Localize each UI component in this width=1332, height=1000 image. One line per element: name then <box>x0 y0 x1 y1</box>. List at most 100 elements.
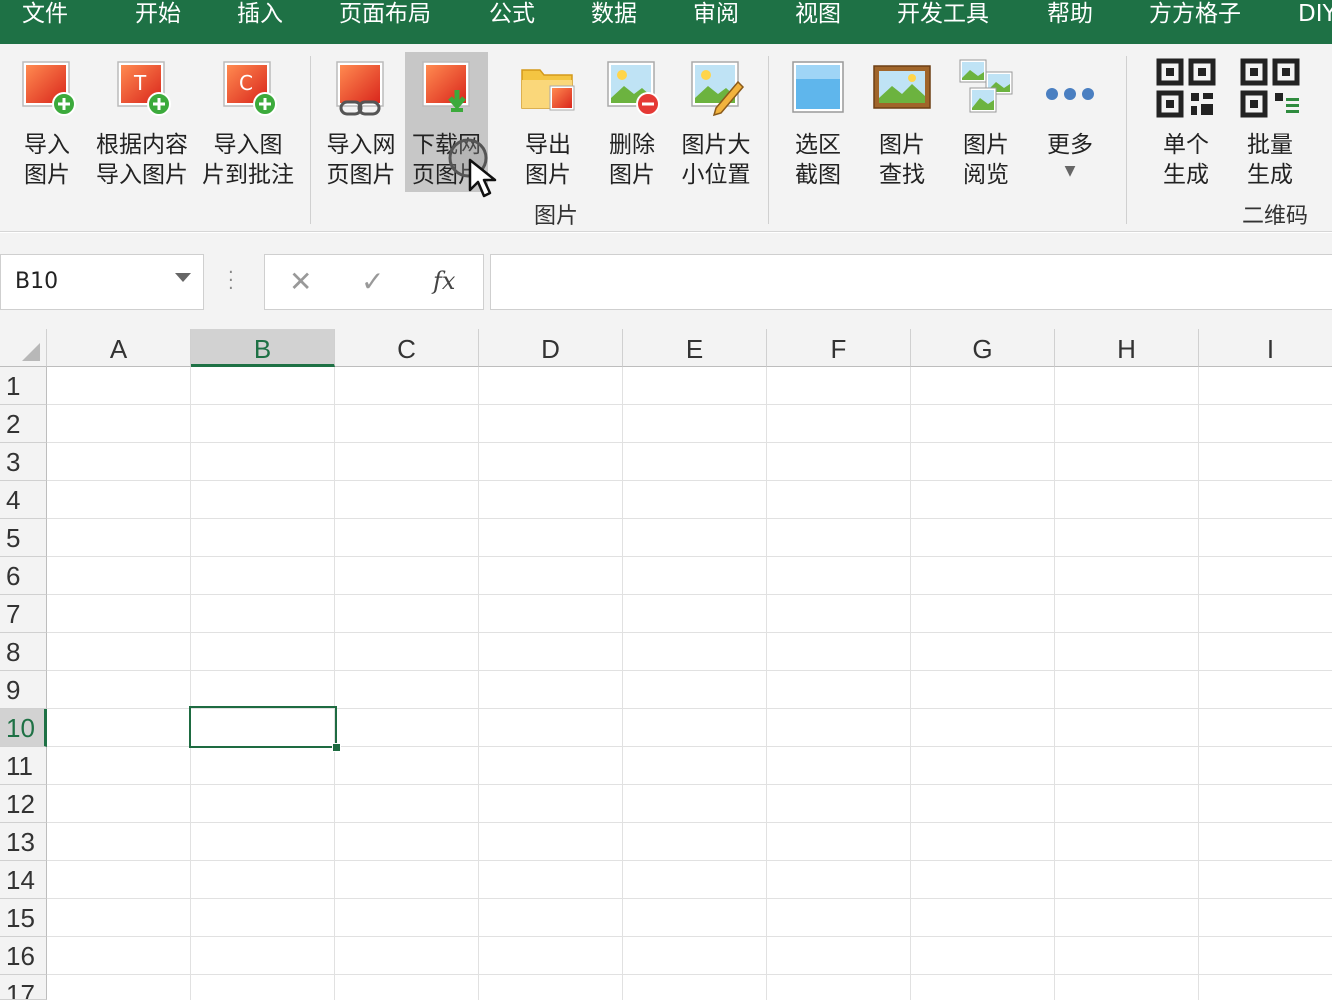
import-image-label-1: 导入 <box>24 132 70 158</box>
export-image-button[interactable]: 导出 图片 <box>510 52 586 192</box>
delete-image-button[interactable]: 删除 图片 <box>594 52 670 192</box>
column-header-h[interactable]: H <box>1055 329 1199 367</box>
row-header[interactable]: 8 <box>0 633 47 671</box>
active-cell-b10[interactable] <box>189 706 341 752</box>
check-icon[interactable]: ✓ <box>361 265 384 298</box>
menu-formulas[interactable]: 公式 <box>489 0 535 30</box>
column-header-c[interactable]: C <box>335 329 479 367</box>
image-size-label-1: 图片大 <box>681 132 751 158</box>
import-web-image-button[interactable]: 导入网 页图片 <box>322 52 400 192</box>
name-box[interactable]: B10 <box>0 254 204 310</box>
menu-review[interactable]: 审阅 <box>693 0 739 30</box>
menu-data[interactable]: 数据 <box>591 0 637 30</box>
image-size-position-button[interactable]: 图片大 小位置 <box>676 52 756 192</box>
row-header[interactable]: 13 <box>0 823 47 861</box>
select-all-icon <box>22 343 40 361</box>
qr-batch-label-1: 批量 <box>1247 132 1293 158</box>
column-header-f[interactable]: F <box>767 329 911 367</box>
row-header[interactable]: 7 <box>0 595 47 633</box>
ribbon-separator <box>768 56 769 224</box>
image-comment-plus-icon: C <box>223 61 277 116</box>
qr-batch-label-2: 生成 <box>1247 162 1293 188</box>
menu-diy[interactable]: DIY <box>1298 0 1332 30</box>
row-header[interactable]: 2 <box>0 405 47 443</box>
import-to-comment-label-2: 片到批注 <box>202 162 294 188</box>
import-image-button[interactable]: 导入 图片 <box>10 52 84 192</box>
image-find-icon <box>873 65 931 109</box>
row-header[interactable]: 14 <box>0 861 47 899</box>
column-header-i[interactable]: I <box>1199 329 1332 367</box>
insert-function-icon[interactable]: fx <box>433 267 455 295</box>
qr-code-icon <box>1156 58 1216 118</box>
screenshot-label-1: 选区 <box>795 132 841 158</box>
more-vertical-icon[interactable]: · · · <box>228 264 234 298</box>
column-header-a[interactable]: A <box>47 329 191 367</box>
row-header[interactable]: 15 <box>0 899 47 937</box>
folder-image-icon <box>521 69 575 111</box>
image-gallery-button[interactable]: 图片 阅览 <box>948 52 1024 192</box>
menu-page-layout[interactable]: 页面布局 <box>339 0 431 30</box>
row-header[interactable]: 16 <box>0 937 47 975</box>
qr-single-label-2: 生成 <box>1163 162 1209 188</box>
image-size-label-2: 小位置 <box>681 162 751 188</box>
image-find-button[interactable]: 图片 查找 <box>864 52 940 192</box>
row-header[interactable]: 1 <box>0 367 47 405</box>
menu-fangfang[interactable]: 方方格子 <box>1149 0 1241 30</box>
ribbon-separator <box>1126 56 1127 224</box>
selection-screenshot-button[interactable]: 选区 截图 <box>780 52 856 192</box>
column-header-e[interactable]: E <box>623 329 767 367</box>
image-delete-icon <box>607 61 660 116</box>
row-header[interactable]: 12 <box>0 785 47 823</box>
export-image-label-2: 图片 <box>525 162 571 188</box>
row-header[interactable]: 6 <box>0 557 47 595</box>
row-header[interactable]: 5 <box>0 519 47 557</box>
screenshot-icon <box>792 61 844 113</box>
ribbon: 导入 图片 T 根据内容 导入图片 C 导入图 片到批注 导入网 页图片 下载网… <box>0 44 1332 232</box>
row-header[interactable]: 11 <box>0 747 47 785</box>
image-plus-icon <box>22 61 76 116</box>
image-find-label-2: 查找 <box>879 162 925 188</box>
qr-single-label-1: 单个 <box>1163 132 1209 158</box>
menu-file[interactable]: 文件 <box>22 0 68 30</box>
menu-view[interactable]: 视图 <box>795 0 841 30</box>
menu-insert[interactable]: 插入 <box>237 0 283 30</box>
image-link-icon <box>336 61 384 116</box>
qr-single-generate-button[interactable]: 单个 生成 <box>1146 52 1226 192</box>
formula-input[interactable] <box>490 254 1332 310</box>
import-image-label-2: 图片 <box>24 162 70 188</box>
export-image-label-1: 导出 <box>525 132 571 158</box>
chevron-down-icon: ▼ <box>1064 163 1076 179</box>
cell-area[interactable] <box>47 367 1332 1000</box>
import-by-content-label-1: 根据内容 <box>96 132 188 158</box>
row-header-active[interactable]: 10 <box>0 709 47 747</box>
image-gallery-label-1: 图片 <box>963 132 1009 158</box>
row-header[interactable]: 9 <box>0 671 47 709</box>
column-header-g[interactable]: G <box>911 329 1055 367</box>
column-header-b[interactable]: B <box>191 329 335 367</box>
delete-image-label-1: 删除 <box>609 132 655 158</box>
menu-home[interactable]: 开始 <box>135 0 181 30</box>
image-gallery-label-2: 阅览 <box>963 162 1009 188</box>
menu-developer[interactable]: 开发工具 <box>897 0 989 30</box>
column-header-d[interactable]: D <box>479 329 623 367</box>
svg-text:C: C <box>239 71 253 95</box>
chevron-down-icon[interactable] <box>175 273 191 282</box>
cancel-icon[interactable]: ✕ <box>289 265 312 298</box>
menu-help[interactable]: 帮助 <box>1047 0 1093 30</box>
qr-batch-generate-button[interactable]: 批量 生成 <box>1230 52 1310 192</box>
import-web-label-2: 页图片 <box>326 162 396 188</box>
import-image-to-comment-button[interactable]: C 导入图 片到批注 <box>198 52 298 192</box>
import-image-by-content-button[interactable]: T 根据内容 导入图片 <box>92 52 192 192</box>
delete-image-label-2: 图片 <box>609 162 655 188</box>
import-by-content-label-2: 导入图片 <box>96 162 188 188</box>
more-button[interactable]: 更多 ▼ <box>1032 52 1108 192</box>
mouse-cursor-icon <box>448 138 497 198</box>
row-header[interactable]: 17 <box>0 975 47 1000</box>
row-header[interactable]: 4 <box>0 481 47 519</box>
select-all-button[interactable] <box>0 329 47 367</box>
row-header[interactable]: 3 <box>0 443 47 481</box>
fill-handle[interactable] <box>332 743 341 752</box>
menu-bar: 文件 开始 插入 页面布局 公式 数据 审阅 视图 开发工具 帮助 方方格子 D… <box>0 0 1332 44</box>
formula-actions: ✕ ✓ fx <box>264 254 484 310</box>
screenshot-label-2: 截图 <box>795 162 841 188</box>
